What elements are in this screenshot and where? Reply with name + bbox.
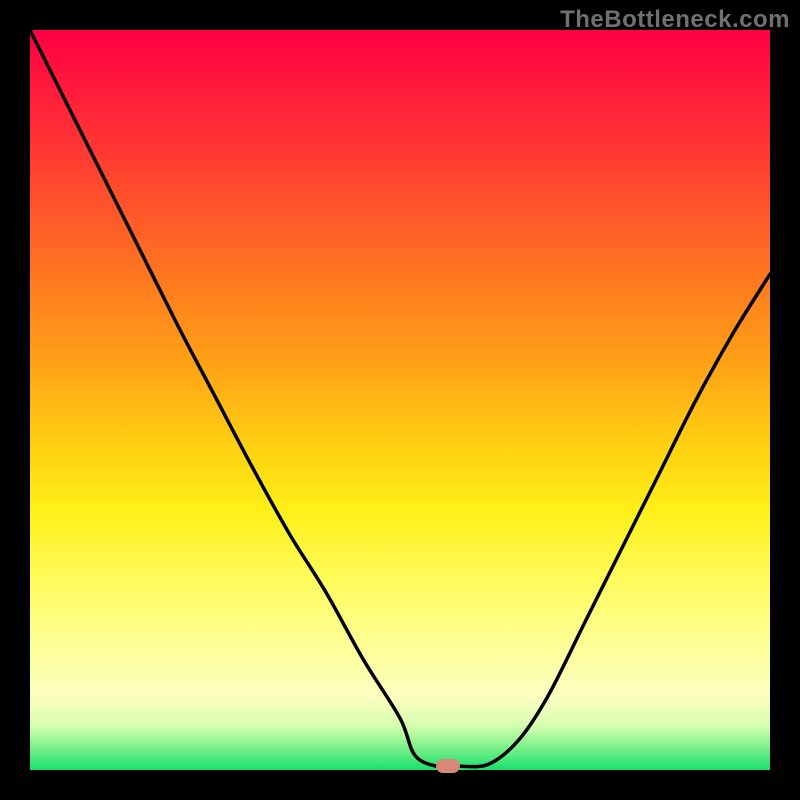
curve-path bbox=[30, 30, 770, 767]
minimum-marker bbox=[436, 759, 460, 773]
chart-frame: TheBottleneck.com bbox=[0, 0, 800, 800]
chart-plot-area bbox=[30, 30, 770, 770]
chart-curve bbox=[30, 30, 770, 770]
